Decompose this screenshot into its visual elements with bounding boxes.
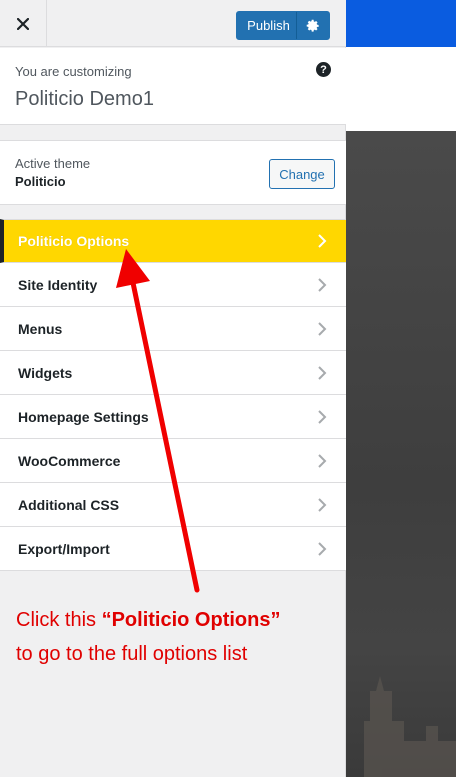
annotation-text: Click this “Politicio Options” to go to …	[16, 603, 346, 671]
building-silhouette	[364, 676, 456, 777]
preview-hero-image	[346, 131, 456, 777]
preview-header-bar	[346, 0, 456, 47]
annotation-part1: Click this	[16, 609, 102, 631]
annotation-highlight: “Politicio Options”	[101, 609, 281, 631]
preview-white-band	[346, 47, 456, 131]
annotation-part2: to go to the full options list	[16, 643, 248, 665]
site-preview	[346, 0, 456, 777]
